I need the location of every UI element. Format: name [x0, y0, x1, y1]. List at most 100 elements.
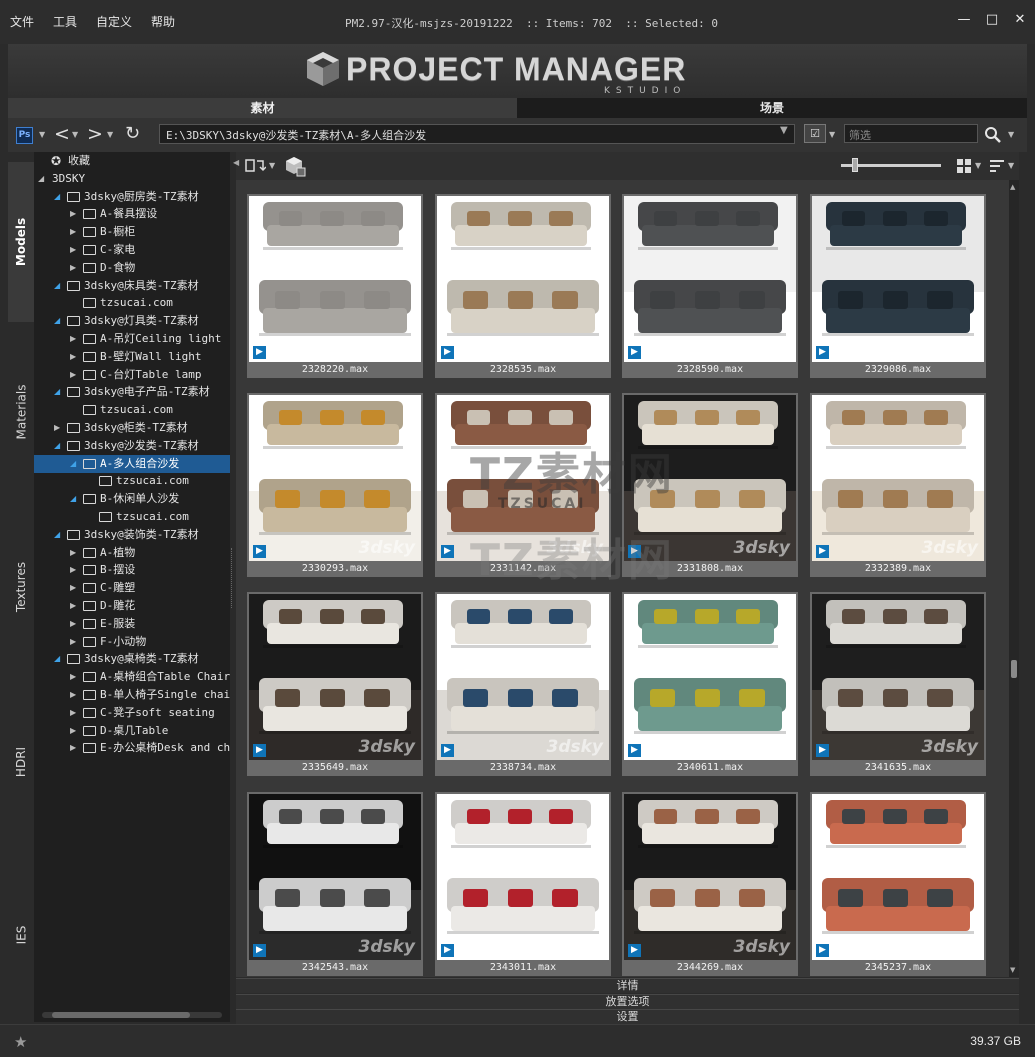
tree-horizontal-scrollbar[interactable] — [42, 1012, 222, 1018]
tree-item[interactable]: ▶ A-桌椅组合Table Chair — [34, 668, 230, 686]
tree-item[interactable]: ▶ F-小动物 — [34, 633, 230, 651]
path-input[interactable]: E:\3DSKY\3dsky@沙发类-TZ素材\A-多人组合沙发 — [159, 124, 795, 144]
collapsed-arrow-icon[interactable]: ▶ — [70, 597, 76, 615]
swap-view-dropdown-icon[interactable]: ▼ — [269, 161, 275, 170]
tree-item[interactable]: ▶ C-台灯Table lamp — [34, 366, 230, 384]
collapsed-arrow-icon[interactable]: ▶ — [70, 241, 76, 259]
cube-add-icon[interactable] — [284, 155, 306, 177]
menu-customize[interactable]: 自定义 — [96, 13, 132, 30]
expanded-arrow-icon[interactable]: ◢ — [54, 312, 60, 330]
sort-icon[interactable] — [989, 158, 1005, 174]
search-icon[interactable] — [984, 126, 1002, 144]
refresh-icon[interactable]: ↻ — [125, 123, 140, 144]
asset-thumbnail[interactable]: 3dsky ▶ 2331808.max — [622, 393, 798, 577]
tree-item[interactable]: ▶ A-吊灯Ceiling light — [34, 330, 230, 348]
tree-item[interactable]: ▶ 3dsky@柜类-TZ素材 — [34, 419, 230, 437]
tree-item[interactable]: ◢ 3dsky@电子产品-TZ素材 — [34, 383, 230, 401]
search-dropdown-icon[interactable]: ▼ — [1008, 130, 1014, 139]
menu-help[interactable]: 帮助 — [151, 13, 175, 30]
swap-view-icon[interactable] — [244, 156, 266, 176]
collapsed-arrow-icon[interactable]: ▶ — [70, 544, 76, 562]
tree-scroll-thumb[interactable] — [52, 1012, 190, 1018]
grid-view-icon[interactable] — [956, 158, 972, 174]
expanded-arrow-icon[interactable]: ◢ — [54, 277, 60, 295]
expanded-arrow-icon[interactable]: ◢ — [54, 526, 60, 544]
asset-thumbnail[interactable]: 3dsky ▶ 2332389.max — [810, 393, 986, 577]
expanded-arrow-icon[interactable]: ◢ — [54, 188, 60, 206]
collapsed-arrow-icon[interactable]: ▶ — [54, 419, 60, 437]
tree-item[interactable]: ◢ 3dsky@装饰类-TZ素材 — [34, 526, 230, 544]
tree-item[interactable]: ▶ B-摆设 — [34, 561, 230, 579]
expanded-arrow-icon[interactable]: ◢ — [54, 650, 60, 668]
tree-item[interactable]: ▶ E-服装 — [34, 615, 230, 633]
tree-item[interactable]: ◢ 3dsky@灯具类-TZ素材 — [34, 312, 230, 330]
back-icon[interactable]: < — [54, 123, 70, 145]
grid-vertical-scrollbar[interactable]: ▲ ▼ — [1009, 180, 1019, 977]
panel-settings[interactable]: 设置 — [236, 1009, 1019, 1024]
menu-tools[interactable]: 工具 — [53, 13, 77, 30]
tree-item[interactable]: tzsucai.com — [34, 294, 230, 312]
tree-item[interactable]: ◢ B-休闲单人沙发 — [34, 490, 230, 508]
asset-thumbnail[interactable]: 3dsky ▶ 2330293.max — [247, 393, 423, 577]
photoshop-icon[interactable]: Ps — [16, 127, 33, 144]
filter-dropdown-icon[interactable]: ▼ — [829, 130, 835, 139]
asset-thumbnail[interactable]: 3dsky ▶ 2343011.max — [435, 792, 611, 976]
collapsed-arrow-icon[interactable]: ▶ — [70, 686, 76, 704]
tree-item[interactable]: ▶ A-植物 — [34, 544, 230, 562]
tree-item[interactable]: ▶ B-单人椅子Single chair — [34, 686, 230, 704]
collapsed-arrow-icon[interactable]: ▶ — [70, 259, 76, 277]
collapsed-arrow-icon[interactable]: ▶ — [70, 722, 76, 740]
tree-item[interactable]: ▶ E-办公桌椅Desk and chair — [34, 739, 230, 757]
tab-scenes[interactable]: 场景 — [517, 98, 1027, 118]
back-dropdown-icon[interactable]: ▼ — [72, 130, 78, 139]
tree-item[interactable]: ◢ 3dsky@桌椅类-TZ素材 — [34, 650, 230, 668]
tree-item[interactable]: ✪ 收藏 — [34, 152, 230, 170]
expanded-arrow-icon[interactable]: ◢ — [70, 490, 76, 508]
tree-item[interactable]: ◢ 3dsky@厨房类-TZ素材 — [34, 188, 230, 206]
collapsed-arrow-icon[interactable]: ▶ — [70, 615, 76, 633]
tree-item[interactable]: ▶ D-雕花 — [34, 597, 230, 615]
expanded-arrow-icon[interactable]: ◢ — [70, 455, 76, 473]
panel-placement-options[interactable]: 放置选项 — [236, 994, 1019, 1009]
expanded-arrow-icon[interactable]: ◢ — [38, 170, 44, 188]
asset-thumbnail[interactable]: 3dsky ▶ 2341635.max — [810, 592, 986, 776]
expanded-arrow-icon[interactable]: ◢ — [54, 383, 60, 401]
tree-item[interactable]: ▶ C-家电 — [34, 241, 230, 259]
asset-thumbnail[interactable]: 3dsky ▶ 2329086.max — [810, 194, 986, 378]
tree-item[interactable]: ▶ D-桌几Table — [34, 722, 230, 740]
tree-item[interactable]: ▶ C-雕塑 — [34, 579, 230, 597]
asset-thumbnail[interactable]: 3dsky ▶ 2344269.max — [622, 792, 798, 976]
collapsed-arrow-icon[interactable]: ▶ — [70, 739, 76, 757]
favorite-star-icon[interactable]: ★ — [14, 1033, 27, 1051]
maximize-button[interactable]: □ — [985, 12, 999, 27]
sidetab-ies[interactable]: IES — [8, 852, 34, 1017]
menu-file[interactable]: 文件 — [10, 13, 34, 30]
asset-thumbnail[interactable]: 3dsky ▶ 2328535.max — [435, 194, 611, 378]
tree-item[interactable]: ▶ B-橱柜 — [34, 223, 230, 241]
tree-item[interactable]: tzsucai.com — [34, 508, 230, 526]
tree-item[interactable]: ▶ D-食物 — [34, 259, 230, 277]
collapsed-arrow-icon[interactable]: ▶ — [70, 330, 76, 348]
asset-thumbnail[interactable]: 3dsky ▶ 2328220.max — [247, 194, 423, 378]
tree-item[interactable]: ◢ A-多人组合沙发 — [34, 454, 230, 473]
collapsed-arrow-icon[interactable]: ▶ — [70, 366, 76, 384]
scroll-up-icon[interactable]: ▲ — [1010, 183, 1015, 191]
path-dropdown-icon[interactable]: ▼ — [780, 125, 788, 136]
asset-thumbnail[interactable]: 3dsky ▶ 2331142.max — [435, 393, 611, 577]
sidetab-models[interactable]: Models — [8, 162, 34, 322]
asset-thumbnail[interactable]: 3dsky ▶ 2340611.max — [622, 592, 798, 776]
expanded-arrow-icon[interactable]: ◢ — [54, 437, 60, 455]
sidetab-hdri[interactable]: HDRI — [8, 677, 34, 847]
collapsed-arrow-icon[interactable]: ▶ — [70, 704, 76, 722]
collapsed-arrow-icon[interactable]: ▶ — [70, 668, 76, 686]
asset-thumbnail[interactable]: 3dsky ▶ 2342543.max — [247, 792, 423, 976]
asset-thumbnail[interactable]: 3dsky ▶ 2338734.max — [435, 592, 611, 776]
tree-item[interactable]: ◢ 3dsky@沙发类-TZ素材 — [34, 437, 230, 455]
sidetab-textures[interactable]: Textures — [8, 502, 34, 672]
sidetab-materials[interactable]: Materials — [8, 327, 34, 497]
tree-item[interactable]: tzsucai.com — [34, 472, 230, 490]
tree-item[interactable]: ◢ 3dsky@床具类-TZ素材 — [34, 277, 230, 295]
sort-dropdown-icon[interactable]: ▼ — [1008, 161, 1014, 170]
filter-toggle-icon[interactable]: ☑ — [804, 124, 826, 143]
tree-item[interactable]: ◢ 3DSKY — [34, 170, 230, 188]
